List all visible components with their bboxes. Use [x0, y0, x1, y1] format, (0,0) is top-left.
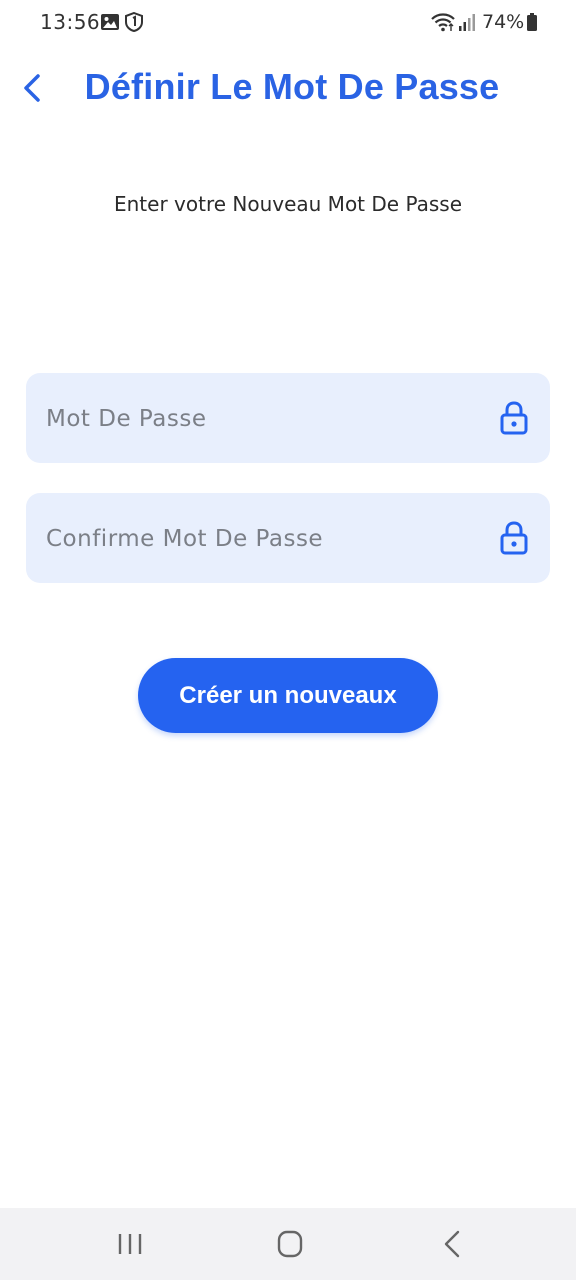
system-nav-bar [0, 1208, 576, 1280]
password-input[interactable] [44, 373, 488, 465]
confirm-password-field[interactable] [26, 493, 550, 585]
gallery-icon [100, 12, 120, 32]
lock-icon[interactable] [500, 521, 528, 555]
home-icon [277, 1230, 303, 1258]
lock-icon[interactable] [500, 401, 528, 435]
app-header: Définir Le Mot De Passe [0, 56, 576, 120]
status-bar: 13:56 74% [0, 0, 576, 48]
confirm-password-input[interactable] [44, 493, 488, 585]
password-field[interactable] [26, 373, 550, 465]
recent-apps-icon [118, 1234, 142, 1254]
battery-icon [526, 12, 538, 32]
create-password-button[interactable]: Créer un nouveaux [138, 658, 438, 733]
signal-icon [458, 12, 476, 32]
page-subtitle: Enter votre Nouveau Mot De Passe [113, 192, 463, 216]
recent-apps-button[interactable] [108, 1226, 152, 1262]
shield-one-icon [124, 11, 144, 33]
system-back-button[interactable] [430, 1226, 474, 1262]
battery-percent: 74% [482, 11, 525, 33]
back-icon [444, 1230, 460, 1258]
status-time: 13:56 [40, 10, 101, 34]
home-button[interactable] [268, 1226, 312, 1262]
page-title: Définir Le Mot De Passe [84, 66, 500, 107]
wifi-icon [430, 12, 456, 32]
